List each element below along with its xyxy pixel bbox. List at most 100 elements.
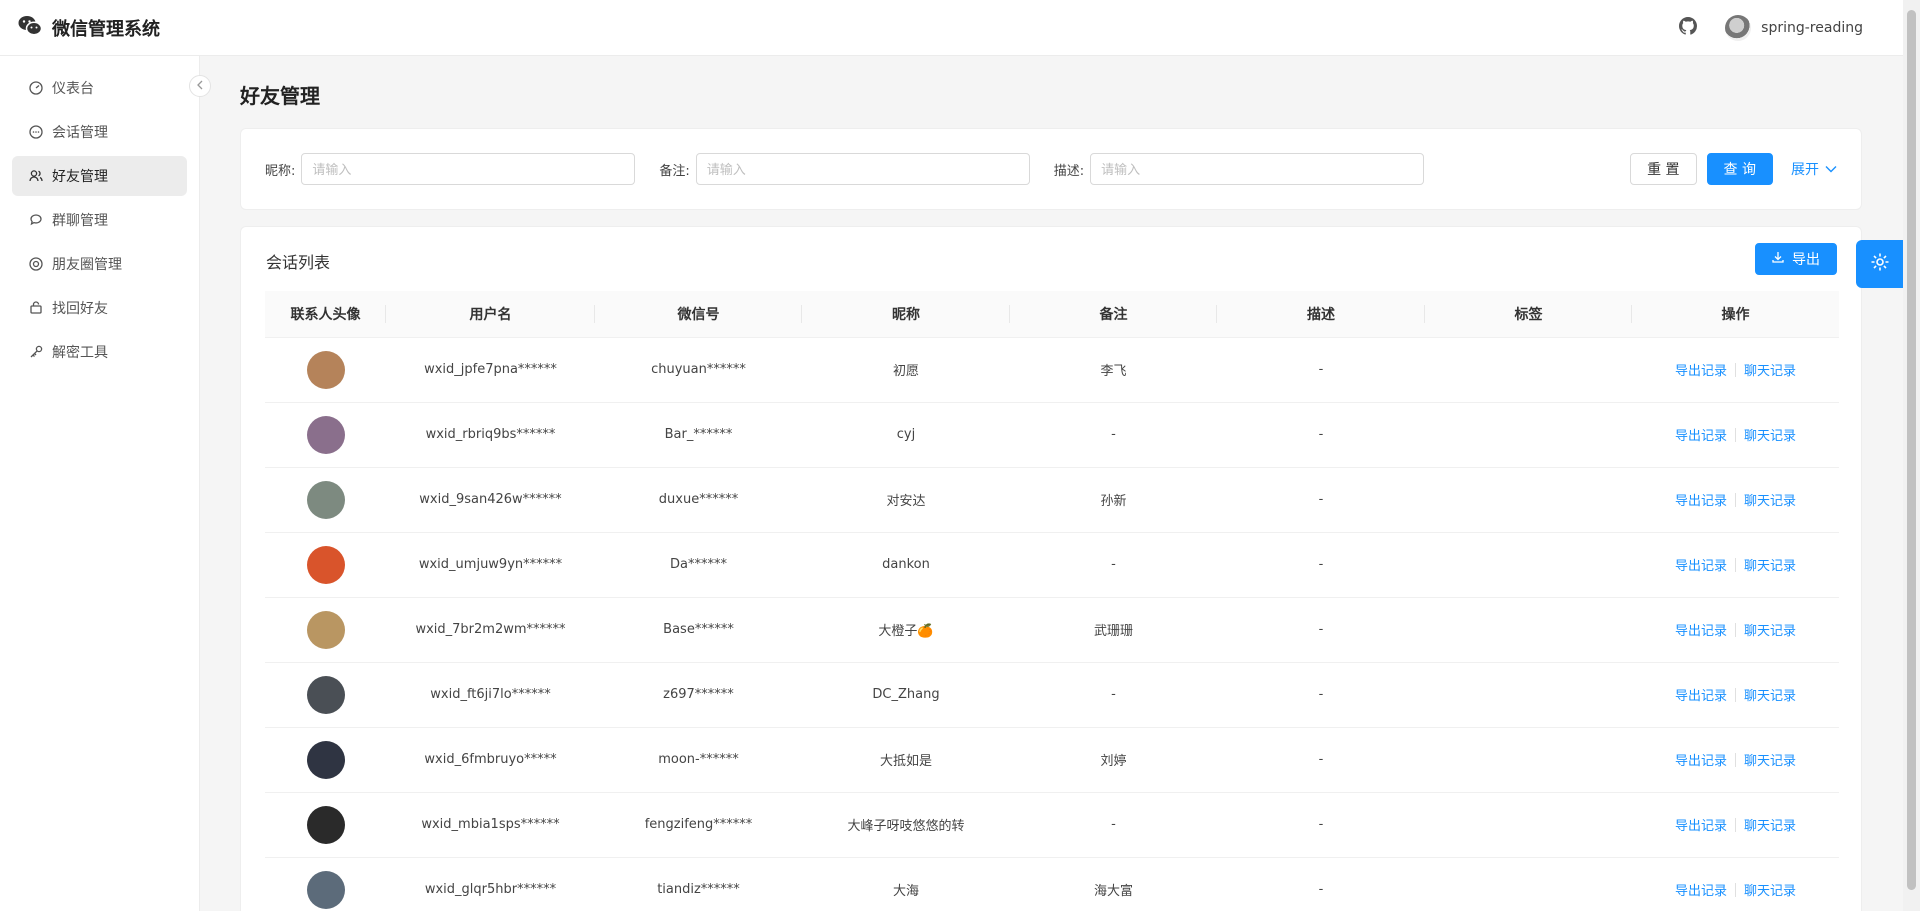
page-scrollbar[interactable] [1903, 0, 1920, 911]
actions-cell: 导出记录 聊天记录 [1632, 597, 1839, 663]
avatar-cell [265, 792, 386, 858]
avatar-cell [265, 402, 386, 468]
remark-cell: 海大富 [1010, 857, 1217, 911]
expand-label: 展开 [1791, 162, 1819, 178]
chat-record-link[interactable]: 聊天记录 [1744, 555, 1796, 574]
chat-record-link[interactable]: 聊天记录 [1744, 490, 1796, 509]
top-header: 微信管理系统 spring-reading [0, 0, 1903, 56]
export-record-link[interactable]: 导出记录 [1675, 490, 1727, 509]
username-label: spring-reading [1761, 19, 1863, 36]
nickname-input[interactable] [301, 153, 636, 185]
chat-record-link[interactable]: 聊天记录 [1744, 880, 1796, 899]
divider [1735, 362, 1736, 377]
tags-cell [1425, 857, 1632, 911]
divider [1735, 557, 1736, 572]
download-icon [1772, 251, 1784, 267]
nickname-filter: 昵称: [265, 153, 636, 185]
table-title: 会话列表 [266, 253, 331, 272]
remark-cell: - [1010, 402, 1217, 468]
gear-icon [1870, 252, 1890, 276]
scrollbar-thumb[interactable] [1907, 10, 1916, 890]
chat-record-link[interactable]: 聊天记录 [1744, 425, 1796, 444]
chat-record-link[interactable]: 聊天记录 [1744, 815, 1796, 834]
remark-cell: 武珊珊 [1010, 597, 1217, 663]
export-record-link[interactable]: 导出记录 [1675, 750, 1727, 769]
export-record-link[interactable]: 导出记录 [1675, 815, 1727, 834]
sidebar-item-group-chat[interactable]: 群聊管理 [12, 200, 187, 240]
query-button[interactable]: 查 询 [1706, 153, 1773, 185]
export-record-link[interactable]: 导出记录 [1675, 880, 1727, 899]
sidebar-item-decrypt-tool[interactable]: 解密工具 [12, 332, 187, 372]
contact-avatar [306, 805, 345, 844]
column-header: 备注 [1010, 291, 1217, 338]
remark-input[interactable] [695, 153, 1030, 185]
friend-table: 联系人头像 用户名 微信号 昵称 备注 描述 标签 操作 wxid_jpfe7p… [265, 291, 1839, 911]
page-title: 好友管理 [240, 84, 320, 108]
description-cell: - [1217, 662, 1425, 728]
remark-cell: - [1010, 532, 1217, 598]
description-cell: - [1217, 857, 1425, 911]
reset-button[interactable]: 重 置 [1630, 153, 1697, 185]
remark-filter: 备注: [659, 153, 1030, 185]
username-cell: wxid_umjuw9yn****** [386, 532, 595, 598]
chat-record-link[interactable]: 聊天记录 [1744, 360, 1796, 379]
divider [1735, 622, 1736, 637]
sidebar-item-moments[interactable]: 朋友圈管理 [12, 244, 187, 284]
column-header: 操作 [1632, 291, 1839, 338]
wechat-logo-icon [18, 15, 43, 41]
app-logo[interactable]: 微信管理系统 [0, 15, 160, 41]
column-header: 微信号 [595, 291, 802, 338]
github-icon[interactable] [1679, 16, 1698, 39]
description-cell: - [1217, 532, 1425, 598]
tags-cell [1425, 402, 1632, 468]
divider [1735, 817, 1736, 832]
user-menu[interactable]: spring-reading [1725, 14, 1863, 41]
wechat-id-cell: fengzifeng****** [595, 792, 802, 858]
nickname-cell: DC_Zhang [802, 662, 1010, 728]
wechat-id-cell: z697****** [595, 662, 802, 728]
chat-record-link[interactable]: 聊天记录 [1744, 750, 1796, 769]
chat-icon [28, 124, 44, 140]
description-input[interactable] [1090, 153, 1425, 185]
table-row: wxid_ft6ji7lo****** z697****** DC_Zhang - - 导… [265, 662, 1839, 728]
wechat-id-cell: tiandiz****** [595, 857, 802, 911]
remark-cell: 孙新 [1010, 467, 1217, 533]
chat-record-link[interactable]: 聊天记录 [1744, 620, 1796, 639]
nickname-cell: dankon [802, 532, 1010, 598]
sidebar-collapse-button[interactable] [189, 75, 211, 97]
tags-cell [1425, 467, 1632, 533]
actions-cell: 导出记录 聊天记录 [1632, 662, 1839, 728]
table-row: wxid_9san426w****** duxue****** 对安达 孙新 - 导出记录… [265, 467, 1839, 533]
sidebar-item-recover-friend[interactable]: 找回好友 [12, 288, 187, 328]
actions-cell: 导出记录 聊天记录 [1632, 792, 1839, 858]
friend-list-card: 会话列表 导出 联系人头像 用户名 微信号 昵称 备注 描述 标签 操作 wxi… [240, 226, 1862, 911]
moments-icon [28, 256, 44, 272]
settings-float-button[interactable] [1856, 240, 1904, 288]
sidebar-item-dashboard[interactable]: 仪表台 [12, 68, 187, 108]
contact-avatar [306, 350, 345, 389]
group-chat-icon [28, 212, 44, 228]
recover-friend-icon [28, 300, 44, 316]
export-record-link[interactable]: 导出记录 [1675, 425, 1727, 444]
table-row: wxid_rbriq9bs****** Bar_****** cyj - - 导出记录 聊天… [265, 402, 1839, 468]
filter-panel: 昵称: 备注: 描述: 重 置 查 询 展开 [240, 128, 1862, 210]
tags-cell [1425, 532, 1632, 598]
export-record-link[interactable]: 导出记录 [1675, 620, 1727, 639]
nickname-cell: 对安达 [802, 467, 1010, 533]
export-button[interactable]: 导出 [1755, 243, 1837, 275]
remark-cell: - [1010, 792, 1217, 858]
nickname-label: 昵称: [265, 163, 296, 179]
sidebar-item-chat[interactable]: 会话管理 [12, 112, 187, 152]
expand-toggle[interactable]: 展开 [1783, 159, 1837, 179]
sidebar-item-friends[interactable]: 好友管理 [12, 156, 187, 196]
divider [1735, 752, 1736, 767]
export-record-link[interactable]: 导出记录 [1675, 360, 1727, 379]
wechat-id-cell: chuyuan****** [595, 337, 802, 403]
export-record-link[interactable]: 导出记录 [1675, 685, 1727, 704]
chat-record-link[interactable]: 聊天记录 [1744, 685, 1796, 704]
export-record-link[interactable]: 导出记录 [1675, 555, 1727, 574]
avatar-cell [265, 662, 386, 728]
table-row: wxid_jpfe7pna****** chuyuan****** 初愿 李飞 - 导出记… [265, 337, 1839, 403]
nickname-cell: 大海 [802, 857, 1010, 911]
remark-label: 备注: [659, 163, 690, 179]
